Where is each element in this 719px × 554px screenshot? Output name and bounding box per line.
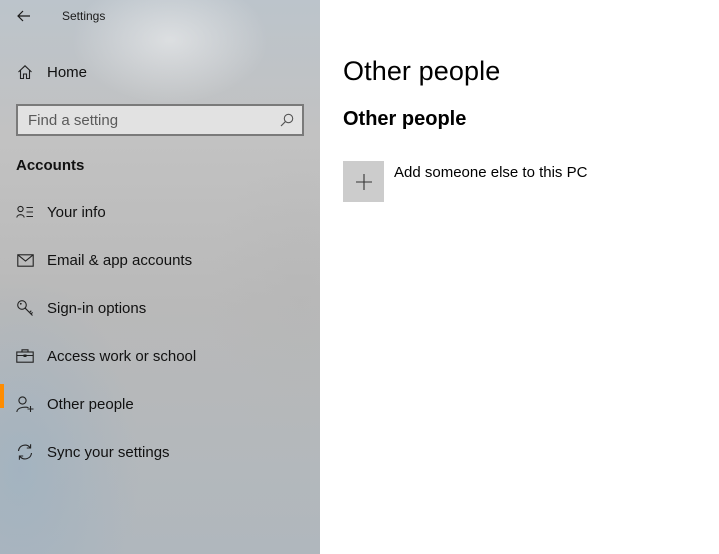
page-title: Other people [343,56,501,86]
main-content: Other people Other people Add someone el… [320,0,719,554]
app-title: Settings [62,9,106,23]
sidebar-item-label: Access work or school [47,347,197,365]
add-someone-label: Add someone else to this PC [394,164,588,181]
sidebar-item-other-people[interactable]: Other people [0,384,320,424]
sidebar-item-sign-in[interactable]: Sign-in options [0,288,320,328]
sidebar-item-label: Sync your settings [47,443,170,461]
search-input[interactable] [18,106,278,134]
add-tile[interactable] [343,161,384,202]
contact-card-icon [15,202,35,222]
add-person-icon [15,394,35,414]
sidebar-item-label: Email & app accounts [47,251,193,269]
add-someone-button[interactable]: Add someone else to this PC [343,161,703,202]
search-icon[interactable] [280,113,294,127]
sidebar-item-email[interactable]: Email & app accounts [0,240,320,280]
title-bar: Settings [0,0,320,32]
sidebar-item-home[interactable]: Home [0,52,320,92]
sidebar-item-sync[interactable]: Sync your settings [0,432,320,472]
section-title: Other people [343,108,467,130]
section-heading-accounts: Accounts [16,157,85,174]
back-arrow-icon [17,10,30,22]
search-box[interactable] [16,104,304,136]
mail-icon [15,250,35,270]
sidebar: Settings Home Accounts [0,0,320,554]
sidebar-item-label: Other people [47,395,134,413]
briefcase-icon [15,346,35,366]
sidebar-item-work-school[interactable]: Access work or school [0,336,320,376]
key-icon [15,298,35,318]
sidebar-item-label: Your info [47,203,106,221]
sidebar-item-label: Sign-in options [47,299,147,317]
settings-window: Settings Home Accounts [0,0,719,554]
home-icon [15,62,35,82]
plus-icon [355,173,372,190]
sync-icon [15,442,35,462]
sidebar-item-your-info[interactable]: Your info [0,192,320,232]
back-button[interactable] [10,4,38,28]
sidebar-item-label: Home [47,63,88,81]
